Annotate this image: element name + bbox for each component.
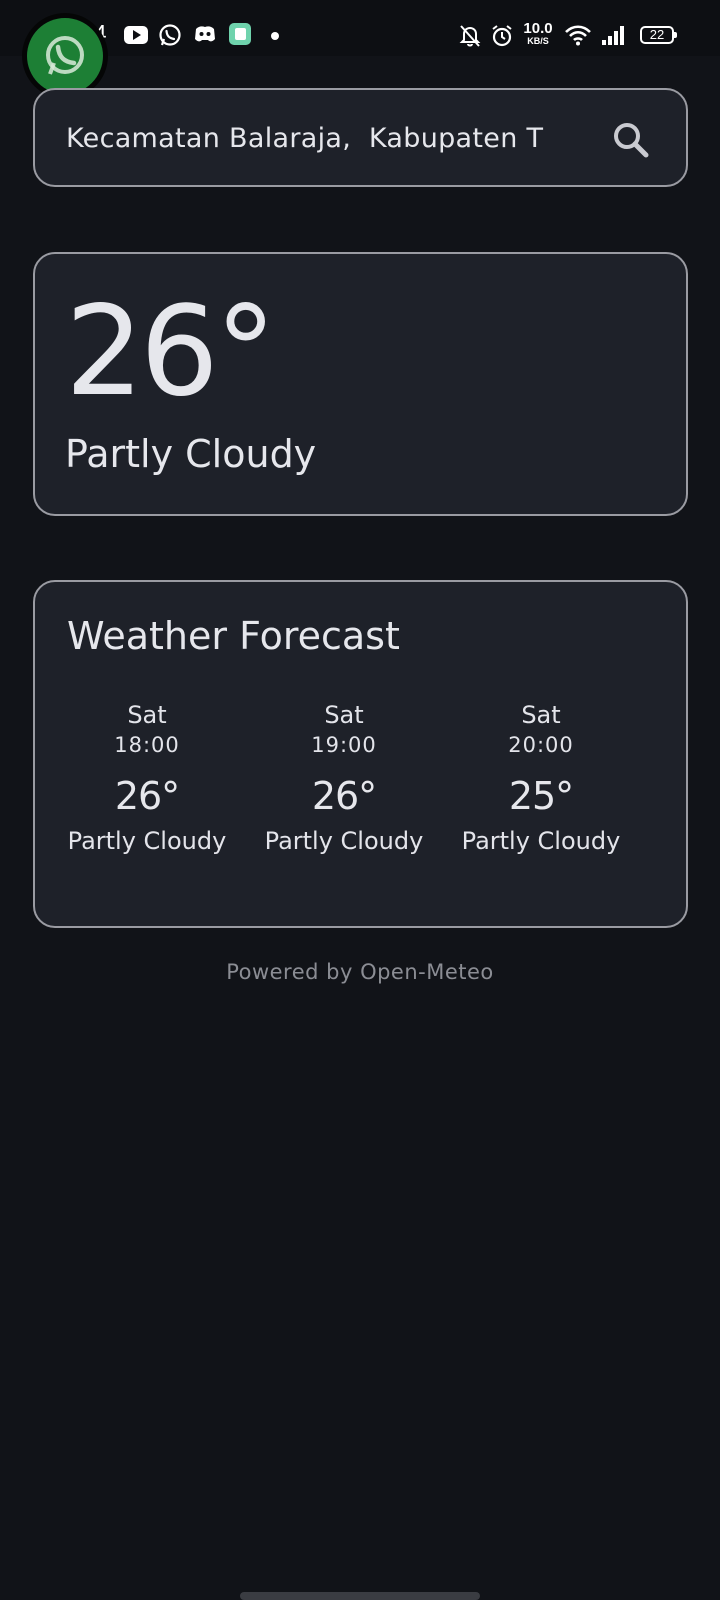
forecast-temperature: 25° — [508, 774, 574, 818]
search-icon[interactable] — [609, 118, 653, 162]
battery-icon: 22 — [640, 26, 677, 44]
net-speed-unit: KB/S — [527, 36, 549, 46]
forecast-card: Weather Forecast Sat 18:00 26° Partly Cl… — [33, 580, 688, 928]
location-search-input[interactable] — [66, 120, 596, 156]
whatsapp-icon — [159, 24, 181, 46]
app-icon — [229, 23, 251, 45]
current-condition: Partly Cloudy — [65, 432, 317, 476]
forecast-condition: Partly Cloudy — [264, 827, 424, 855]
current-temperature: 26° — [65, 280, 277, 424]
forecast-time: 20:00 — [508, 733, 574, 757]
home-indicator[interactable] — [240, 1592, 480, 1600]
youtube-icon — [124, 26, 148, 44]
dot-icon — [271, 32, 279, 40]
powered-by-footer: Powered by Open-Meteo — [226, 960, 494, 984]
forecast-condition: Partly Cloudy — [67, 827, 227, 855]
forecast-temperature: 26° — [311, 774, 377, 818]
discord-icon — [195, 26, 215, 42]
current-weather-card: 26° Partly Cloudy — [33, 252, 688, 516]
net-speed-value: 10.0 — [523, 20, 553, 37]
forecast-item: Sat 20:00 25° Partly Cloudy — [441, 700, 641, 858]
forecast-day: Sat — [521, 701, 561, 729]
bell-off-icon — [459, 25, 481, 47]
whatsapp-bubble-icon[interactable] — [22, 13, 108, 99]
alarm-icon — [492, 25, 512, 47]
forecast-title: Weather Forecast — [67, 614, 400, 658]
forecast-day: Sat — [324, 701, 364, 729]
net-speed: 10.0 KB/S — [521, 20, 555, 46]
forecast-item: Sat 19:00 26° Partly Cloudy — [244, 700, 444, 858]
signal-icon — [602, 26, 624, 45]
forecast-day: Sat — [127, 701, 167, 729]
status-bar: 18:44 10.0 KB/S — [0, 0, 720, 56]
wifi-icon — [565, 25, 591, 46]
forecast-time: 19:00 — [311, 733, 377, 757]
forecast-temperature: 26° — [114, 774, 180, 818]
forecast-time: 18:00 — [114, 733, 180, 757]
forecast-item: Sat 18:00 26° Partly Cloudy — [47, 700, 247, 858]
forecast-condition: Partly Cloudy — [461, 827, 621, 855]
search-bar — [33, 88, 688, 187]
whatsapp-glyph-icon — [46, 36, 84, 75]
